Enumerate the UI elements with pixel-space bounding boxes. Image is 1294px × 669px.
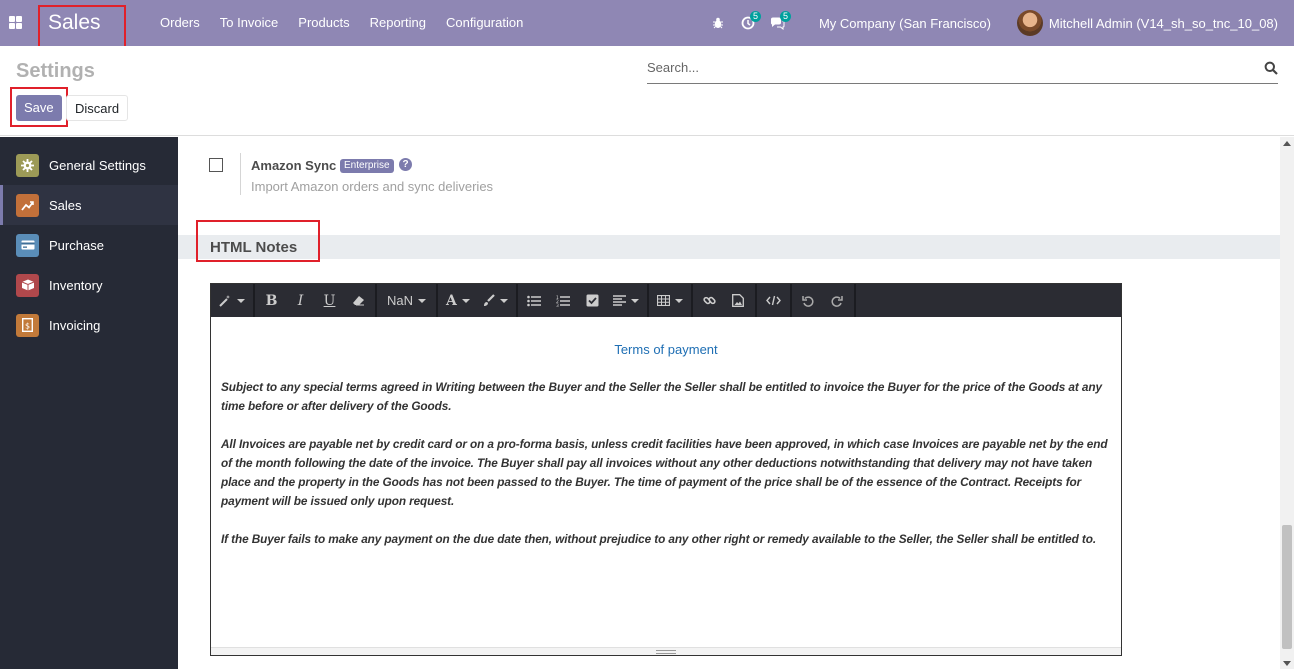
menu-item-configuration[interactable]: Configuration [436,0,533,46]
sidebar-item-label: General Settings [49,157,146,173]
top-navbar: Sales Orders To Invoice Products Reporti… [0,0,1294,50]
toolbar-group-font: B I U [255,284,377,317]
table-icon[interactable] [651,284,689,317]
invoice-icon: $ [16,313,39,337]
editor-toolbar: B I U NaN A 123 [211,284,1121,317]
grip-icon [656,650,676,654]
menu-item-orders[interactable]: Orders [150,0,210,46]
image-icon[interactable] [724,284,753,317]
menu-item-products[interactable]: Products [288,0,359,46]
discard-button[interactable]: Discard [66,95,129,121]
sidebar-item-inventory[interactable]: Inventory [0,265,178,305]
toolbar-group-color: A [438,284,518,317]
activity-clock-icon[interactable]: 5 [733,0,763,46]
checklist-icon[interactable] [578,284,607,317]
bullet-list-icon[interactable] [520,284,549,317]
user-menu[interactable]: Mitchell Admin (V14_sh_so_tnc_10_08) [1016,10,1278,36]
sidebar-item-invoicing[interactable]: $ Invoicing [0,305,178,345]
font-size-dropdown[interactable]: NaN [379,284,434,317]
card-icon [16,233,39,257]
code-view-icon[interactable] [759,284,788,317]
note-paragraph: If the Buyer fails to make any payment o… [221,532,1097,546]
svg-text:$: $ [25,322,30,331]
sidebar-item-label: Inventory [49,277,103,293]
help-question-icon[interactable]: ? [399,158,412,171]
toolbar-group-table [649,284,693,317]
chart-icon [16,193,39,217]
search-icon[interactable] [1264,61,1278,75]
content-scrollbar[interactable] [1280,137,1294,669]
systray: 5 5 My Company (San Francisco) Mitchell … [703,0,1294,46]
scroll-up-arrow-icon[interactable] [1283,141,1291,146]
undo-icon[interactable] [794,284,823,317]
editor-resize-handle[interactable] [211,647,1121,655]
toolbar-group-code [757,284,792,317]
box-icon [16,273,39,297]
messages-chat-icon[interactable]: 5 [763,0,793,46]
section-header-band [178,235,1280,259]
scroll-down-arrow-icon[interactable] [1283,661,1291,666]
sidebar-item-purchase[interactable]: Purchase [0,225,178,265]
sidebar-item-sales[interactable]: Sales [0,185,178,225]
sidebar-item-label: Purchase [49,237,104,253]
setting-amazon-sync: Amazon Sync Enterprise ? Import Amazon o… [178,137,1280,222]
toolbar-group-history [792,284,856,317]
numbered-list-icon[interactable]: 123 [549,284,578,317]
note-paragraph: Subject to any special terms agreed in W… [221,380,1102,413]
save-button[interactable]: Save [16,95,62,121]
setting-description: Import Amazon orders and sync deliveries [251,179,494,194]
toolbar-group-para: 123 [518,284,649,317]
italic-icon[interactable]: I [286,284,315,317]
app-title[interactable]: Sales [38,5,126,50]
note-heading: Terms of payment [614,342,718,357]
magic-wand-icon[interactable] [213,284,251,317]
toolbar-group-style [211,284,255,317]
setting-title: Amazon Sync [251,158,337,173]
enterprise-badge: Enterprise [340,159,394,173]
settings-content: Amazon Sync Enterprise ? Import Amazon o… [178,137,1280,669]
avatar [1016,10,1043,36]
sidebar-item-general-settings[interactable]: General Settings [0,145,178,185]
main-menu: Orders To Invoice Products Reporting Con… [150,0,533,46]
scroll-thumb[interactable] [1282,525,1292,649]
html-editor: B I U NaN A 123 Terms of payment Subject… [210,283,1122,656]
sidebar-item-label: Invoicing [49,317,101,333]
note-paragraph: All Invoices are payable net by credit c… [221,437,1108,508]
user-name: Mitchell Admin (V14_sh_so_tnc_10_08) [1048,15,1278,31]
gear-icon [16,153,39,177]
menu-item-to-invoice[interactable]: To Invoice [210,0,289,46]
section-title: HTML Notes [210,239,298,256]
search-bar [647,55,1278,84]
link-icon[interactable] [695,284,724,317]
redo-icon[interactable] [823,284,852,317]
eraser-icon[interactable] [344,284,373,317]
toolbar-group-insert [693,284,757,317]
sidebar-item-label: Sales [49,197,82,213]
settings-sidebar: General Settings Sales Purchase Inventor… [0,137,178,669]
toolbar-group-size: NaN [377,284,439,317]
page-title: Settings [16,60,95,82]
control-panel: Settings Save Discard [0,46,1294,136]
amazon-sync-checkbox[interactable] [209,158,223,172]
editor-content-area[interactable]: Terms of payment Subject to any special … [211,317,1121,647]
align-left-icon[interactable] [607,284,645,317]
activity-count-badge: 5 [749,11,761,22]
message-count-badge: 5 [779,11,791,22]
debug-bug-icon[interactable] [703,0,733,46]
bold-icon[interactable]: B [257,284,286,317]
company-switcher[interactable]: My Company (San Francisco) [819,16,991,31]
search-input[interactable] [647,60,1247,75]
svg-text:3: 3 [556,303,559,307]
font-color-icon[interactable]: A [440,284,476,317]
paint-brush-icon[interactable] [476,284,514,317]
menu-item-reporting[interactable]: Reporting [360,0,436,46]
setting-divider [240,153,241,195]
apps-menu-icon[interactable] [9,16,22,29]
font-size-value: NaN [387,293,414,308]
underline-icon[interactable]: U [315,284,344,317]
